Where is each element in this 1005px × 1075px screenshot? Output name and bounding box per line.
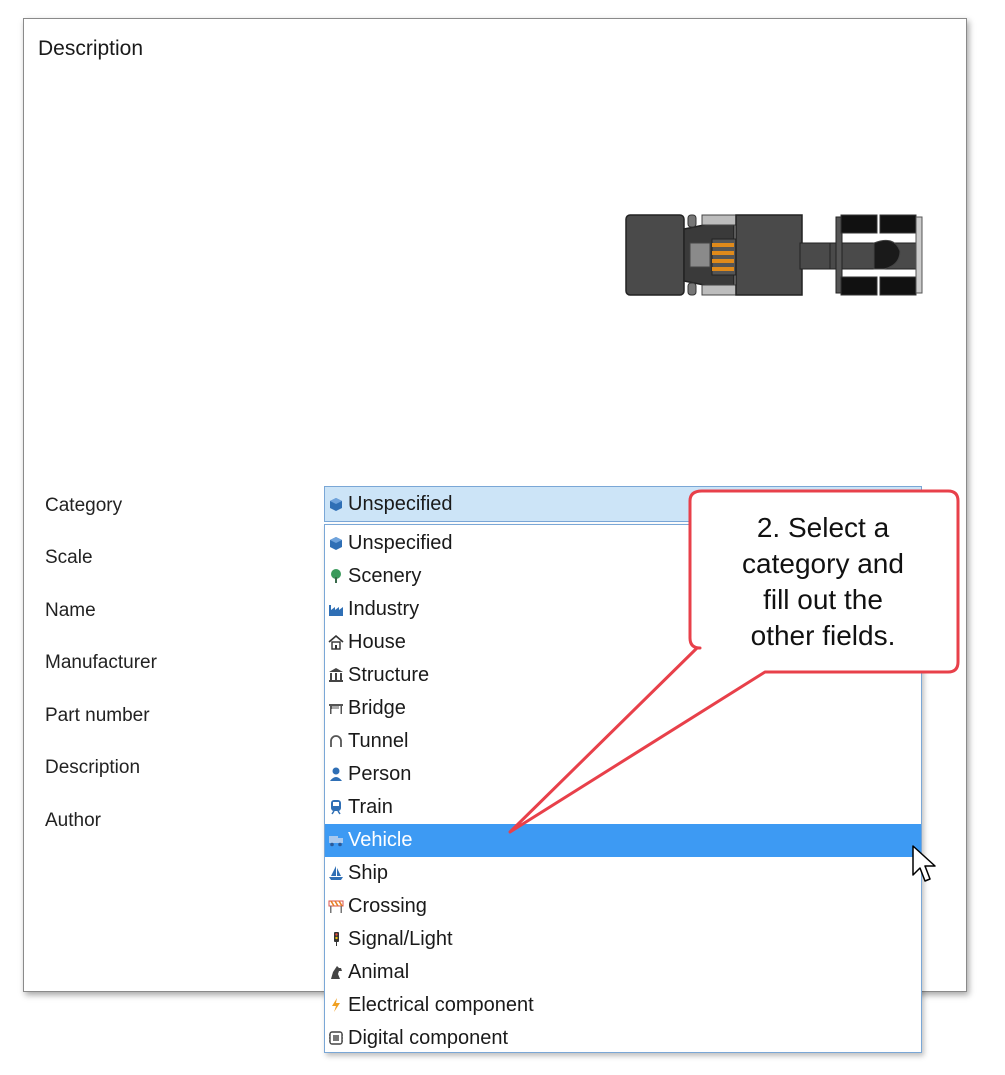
option-label: Unspecified [348, 532, 453, 554]
author-label: Author [45, 810, 101, 831]
option-label: Bridge [348, 697, 406, 719]
callout-line: fill out the [763, 584, 883, 615]
option-train[interactable]: Train [325, 791, 921, 824]
name-label: Name [45, 600, 96, 621]
manufacturer-label: Manufacturer [45, 652, 157, 673]
option-label: Structure [348, 664, 430, 686]
sailboat-icon [329, 866, 343, 880]
callout-line: other fields. [750, 620, 896, 651]
option-label: Scenery [348, 565, 422, 587]
option-label: Crossing [348, 895, 427, 917]
bridge-icon [329, 704, 343, 714]
factory-icon [329, 605, 343, 616]
mouse-cursor-icon [912, 845, 936, 882]
train-icon [331, 800, 341, 815]
option-electrical-component[interactable]: Electrical component [325, 989, 921, 1022]
tunnel-icon [330, 735, 342, 747]
unspecified-icon [330, 537, 342, 550]
option-label: Vehicle [348, 829, 413, 851]
option-person[interactable]: Person [325, 758, 921, 791]
tree-icon [331, 569, 341, 583]
option-label: Person [348, 763, 412, 785]
lightning-icon [332, 998, 340, 1012]
option-label: Tunnel [348, 730, 409, 752]
truck-icon [329, 836, 343, 847]
part-number-label: Part number [45, 705, 150, 726]
barrier-icon [328, 900, 344, 913]
horse-icon [331, 966, 342, 979]
truck-preview-image [625, 214, 923, 296]
option-digital-component[interactable]: Digital component [325, 1022, 921, 1055]
callout-line: 2. Select a [756, 512, 890, 543]
option-label: Digital component [348, 1027, 509, 1049]
house-icon [328, 634, 344, 650]
callout-text: 2. Select a category and fill out the ot… [692, 510, 954, 654]
category-combobox-value: Unspecified [348, 493, 453, 515]
option-animal[interactable]: Animal [325, 956, 921, 989]
option-label: Train [348, 796, 393, 818]
panel-title: Description [38, 37, 144, 60]
chip-icon [329, 1031, 343, 1045]
option-tunnel[interactable]: Tunnel [325, 725, 921, 758]
description-label: Description [45, 757, 141, 778]
option-structure[interactable]: Structure [325, 659, 921, 692]
option-vehicle[interactable]: Vehicle [325, 824, 921, 857]
person-icon [330, 767, 342, 781]
unspecified-icon [330, 498, 342, 511]
option-label: Signal/Light [348, 928, 453, 950]
option-signal-light[interactable]: Signal/Light [325, 923, 921, 956]
building-icon [329, 668, 343, 682]
option-label: Electrical component [348, 994, 534, 1016]
option-ship[interactable]: Ship [325, 857, 921, 890]
option-bridge[interactable]: Bridge [325, 692, 921, 725]
callout-line: category and [742, 548, 904, 579]
scale-label: Scale [45, 547, 93, 568]
option-label: House [348, 631, 406, 653]
option-label: Ship [348, 862, 389, 884]
category-label: Category [45, 495, 123, 516]
option-label: Industry [348, 598, 420, 620]
option-crossing[interactable]: Crossing [325, 890, 921, 923]
option-label: Animal [348, 961, 410, 983]
signal-light-icon [334, 932, 339, 946]
